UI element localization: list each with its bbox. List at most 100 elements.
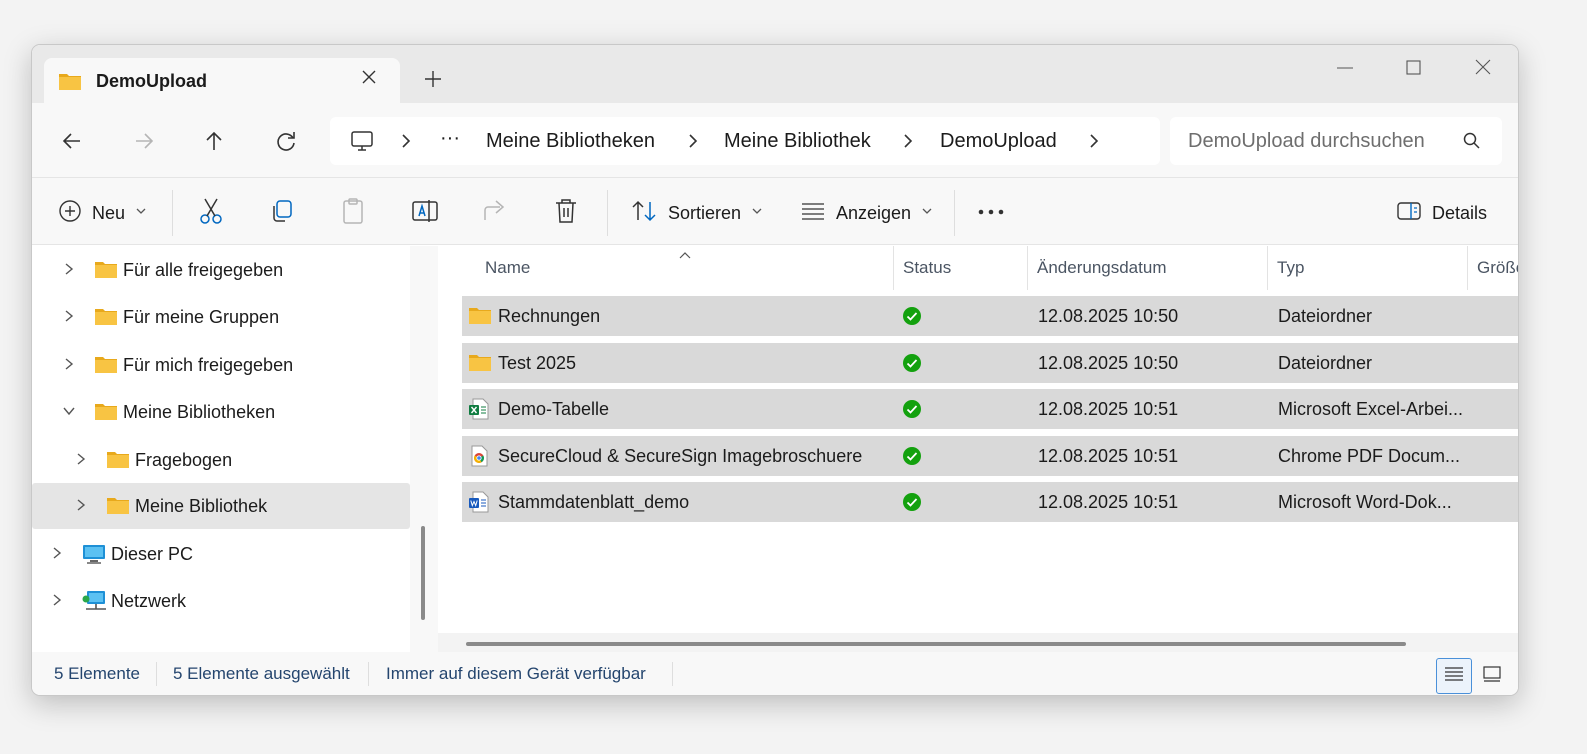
file-row[interactable]: Stammdatenblatt_demo 12.08.2025 10:51 Mi…: [462, 482, 1518, 522]
cut-button[interactable]: [198, 198, 224, 228]
column-header-type[interactable]: Typ: [1277, 258, 1304, 278]
minimize-button[interactable]: [1328, 55, 1362, 81]
file-type: Chrome PDF Docum...: [1278, 446, 1461, 466]
column-header-name[interactable]: Name: [485, 258, 530, 278]
horizontal-scrollbar[interactable]: [466, 642, 1406, 646]
file-row[interactable]: Test 2025 12.08.2025 10:50 Dateiordner: [462, 343, 1518, 383]
column-divider[interactable]: [1027, 246, 1028, 290]
sidebar-item-fuer-meine-gruppen[interactable]: Für meine Gruppen: [32, 294, 410, 340]
new-button[interactable]: Neu: [58, 198, 147, 228]
close-window-button[interactable]: [1466, 55, 1500, 81]
navigation-pane: Für alle freigegeben Für meine Gruppen F…: [32, 246, 410, 652]
sidebar-item-fuer-alle-freigegeben[interactable]: Für alle freigegeben: [32, 247, 410, 293]
sort-arrows-icon: [630, 198, 658, 229]
column-header-date[interactable]: Änderungsdatum: [1037, 258, 1166, 278]
back-button[interactable]: [58, 127, 86, 155]
file-date: 12.08.2025 10:51: [1038, 492, 1179, 512]
chevron-right-icon: [398, 133, 414, 149]
column-header-status[interactable]: Status: [903, 258, 951, 278]
refresh-button[interactable]: [272, 127, 300, 155]
folder-icon: [94, 306, 118, 331]
chevron-right-icon[interactable]: [50, 546, 64, 565]
tiles-view-button[interactable]: [1474, 658, 1510, 694]
forward-button[interactable]: [130, 127, 158, 155]
chevron-right-icon[interactable]: [62, 262, 76, 281]
selected-count: 5 Elemente ausgewählt: [173, 664, 350, 683]
sidebar-item-label: Fragebogen: [135, 450, 233, 470]
column-header-size[interactable]: Größe: [1477, 258, 1518, 278]
sidebar-scrollbar[interactable]: [421, 526, 425, 620]
sidebar-item-label: Meine Bibliothek: [135, 496, 268, 516]
chevron-down-icon: [921, 204, 933, 222]
sidebar-item-meine-bibliotheken[interactable]: Meine Bibliotheken: [32, 389, 410, 435]
sidebar-item-fragebogen[interactable]: Fragebogen: [32, 437, 410, 483]
chevron-right-icon[interactable]: [62, 357, 76, 376]
breadcrumb-item[interactable]: Meine Bibliothek: [724, 130, 871, 153]
chevron-right-icon[interactable]: [1086, 133, 1102, 149]
copy-icon: [269, 198, 295, 229]
details-label: Details: [1432, 202, 1488, 223]
folder-icon: [94, 259, 118, 284]
column-divider[interactable]: [893, 246, 894, 290]
item-count: 5 Elemente: [54, 664, 140, 683]
up-button[interactable]: [200, 127, 228, 155]
file-row[interactable]: SecureCloud & SecureSign Imagebroschuere…: [462, 436, 1518, 476]
toolbar-divider: [607, 190, 608, 236]
rename-button[interactable]: [411, 198, 439, 228]
chevron-right-icon[interactable]: [62, 309, 76, 328]
share-button[interactable]: [482, 198, 510, 228]
maximize-button[interactable]: [1396, 55, 1430, 81]
view-button[interactable]: Anzeigen: [800, 198, 933, 228]
details-view-button[interactable]: [1436, 658, 1472, 694]
sort-button[interactable]: Sortieren: [630, 198, 763, 228]
chrome-pdf-icon: [468, 445, 490, 472]
search-icon[interactable]: [1462, 131, 1482, 156]
toolbar-divider: [172, 190, 173, 236]
view-label: Anzeigen: [836, 202, 912, 223]
column-divider[interactable]: [1467, 246, 1468, 290]
file-type: Microsoft Excel-Arbei...: [1278, 399, 1464, 419]
scissors-icon: [198, 197, 224, 230]
tab-strip: DemoUpload: [32, 45, 1518, 104]
details-button[interactable]: Details: [1396, 198, 1487, 228]
word-file-icon: [468, 491, 490, 518]
file-date: 12.08.2025 10:50: [1038, 353, 1179, 373]
file-name: Stammdatenblatt_demo: [498, 492, 690, 512]
file-row[interactable]: Rechnungen 12.08.2025 10:50 Dateiordner: [462, 296, 1518, 336]
tab-title: DemoUpload: [96, 71, 208, 91]
breadcrumb-item[interactable]: Meine Bibliotheken: [486, 130, 655, 153]
tab-demoupload[interactable]: DemoUpload: [44, 58, 400, 104]
paste-button[interactable]: [340, 197, 366, 228]
breadcrumb-overflow[interactable]: ···: [440, 127, 460, 150]
file-row[interactable]: Demo-Tabelle 12.08.2025 10:51 Microsoft …: [462, 389, 1518, 429]
sidebar-item-meine-bibliothek[interactable]: Meine Bibliothek: [32, 483, 410, 529]
file-date: 12.08.2025 10:51: [1038, 399, 1179, 419]
tiles-view-icon: [1482, 665, 1502, 688]
trash-icon: [554, 197, 578, 230]
chevron-down-icon[interactable]: [62, 404, 76, 423]
folder-icon: [468, 352, 492, 377]
chevron-right-icon[interactable]: [74, 498, 88, 517]
plus-circle-icon: [58, 199, 82, 228]
address-bar[interactable]: ··· Meine Bibliotheken Meine Bibliothek …: [330, 117, 1160, 165]
folder-icon: [106, 495, 130, 520]
rename-icon: [411, 197, 439, 230]
chevron-right-icon[interactable]: [50, 593, 64, 612]
delete-button[interactable]: [554, 198, 578, 228]
column-divider[interactable]: [1267, 246, 1268, 290]
details-pane-icon: [1396, 200, 1422, 227]
copy-button[interactable]: [269, 198, 295, 228]
breadcrumb-item[interactable]: DemoUpload: [940, 130, 1057, 153]
more-options-button[interactable]: [977, 198, 1005, 228]
file-type: Dateiordner: [1278, 306, 1373, 326]
sidebar-item-fuer-mich-freigegeben[interactable]: Für mich freigegeben: [32, 342, 410, 388]
file-name: Demo-Tabelle: [498, 399, 610, 419]
search-box[interactable]: DemoUpload durchsuchen: [1170, 117, 1502, 165]
sidebar-item-netzwerk[interactable]: Netzwerk: [32, 578, 410, 624]
chevron-right-icon[interactable]: [74, 452, 88, 471]
status-divider: [368, 662, 369, 686]
close-tab-icon[interactable]: [358, 66, 380, 88]
sync-ok-icon: [903, 447, 921, 470]
new-tab-button[interactable]: [422, 68, 444, 90]
sidebar-item-dieser-pc[interactable]: Dieser PC: [32, 531, 410, 577]
